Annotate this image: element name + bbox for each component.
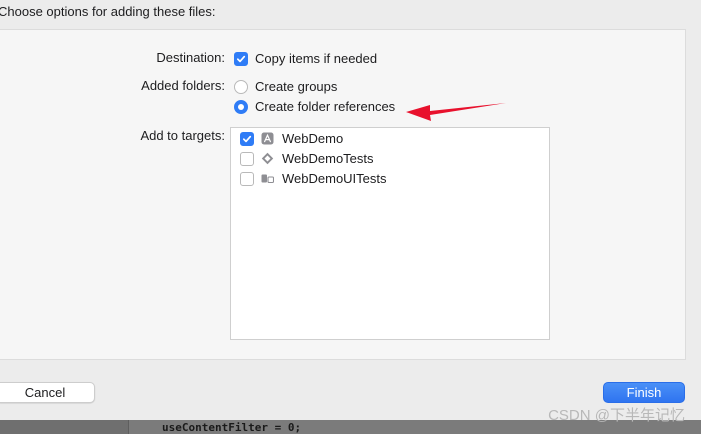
annotation-arrow-icon	[406, 103, 506, 121]
targets-list[interactable]: WebDemo WebDemoTests WebDemoUITests	[230, 127, 550, 340]
target-checkbox-webdemo[interactable]	[240, 131, 254, 146]
create-groups-radio[interactable]	[234, 79, 248, 94]
destination-label: Destination:	[156, 50, 225, 65]
target-label: WebDemoUITests	[282, 171, 387, 186]
create-folder-references-radio[interactable]	[234, 99, 248, 114]
add-files-dialog: Choose options for adding these files: D…	[0, 0, 701, 420]
target-checkbox-webdemotests[interactable]	[240, 151, 254, 166]
finish-button[interactable]: Finish	[603, 382, 685, 403]
checkmark-icon	[242, 135, 252, 142]
target-row-webdemouitests[interactable]: WebDemoUITests	[240, 171, 387, 186]
create-groups-option[interactable]: Create groups	[234, 79, 337, 94]
copy-items-label: Copy items if needed	[255, 51, 378, 66]
copy-items-checkbox[interactable]	[234, 51, 248, 66]
cancel-button[interactable]: Cancel	[0, 382, 95, 403]
checkmark-icon	[236, 55, 246, 62]
create-folder-references-label: Create folder references	[255, 99, 396, 114]
code-gutter	[0, 420, 129, 434]
watermark: CSDN @下半年记忆	[548, 407, 685, 424]
app-target-icon	[261, 132, 274, 145]
ui-tests-icon	[261, 172, 274, 185]
copy-items-option[interactable]: Copy items if needed	[234, 51, 377, 66]
code-line: useContentFilter = 0;	[162, 421, 302, 434]
create-folder-references-option[interactable]: Create folder references	[234, 99, 395, 114]
add-to-targets-label: Add to targets:	[140, 128, 225, 143]
target-label: WebDemo	[282, 131, 344, 146]
target-checkbox-webdemouitests[interactable]	[240, 171, 254, 186]
unit-tests-icon	[261, 152, 274, 165]
target-row-webdemotests[interactable]: WebDemoTests	[240, 151, 374, 166]
target-label: WebDemoTests	[282, 151, 374, 166]
target-row-webdemo[interactable]: WebDemo	[240, 131, 343, 146]
dialog-heading: Choose options for adding these files:	[0, 4, 216, 19]
create-groups-label: Create groups	[255, 79, 338, 94]
added-folders-label: Added folders:	[141, 78, 225, 93]
